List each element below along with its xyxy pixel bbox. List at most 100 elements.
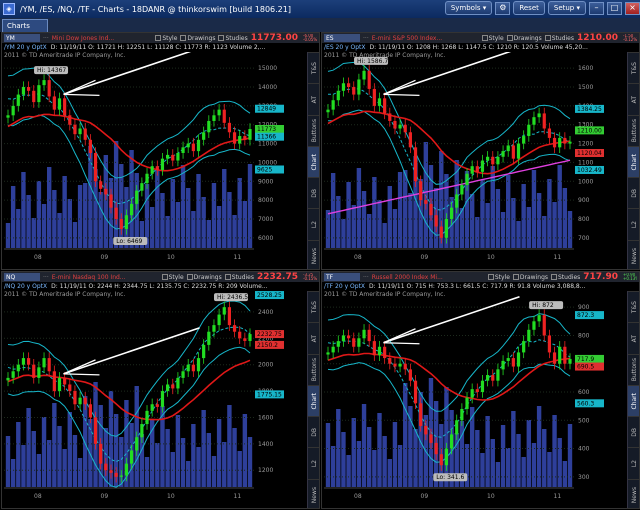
symbol-selector[interactable]: NQ [4,273,40,281]
candle-body [439,454,443,466]
candle-body [568,358,572,364]
side-tab-ts[interactable]: T&S [628,52,639,83]
side-tab-chart[interactable]: Chart [628,145,639,178]
side-tab-l2[interactable]: L2 [628,447,639,478]
side-tab-l2[interactable]: L2 [308,208,319,239]
price-chart[interactable]: 1600150014001300120011001000900800700Hi:… [322,52,604,270]
side-tab-news[interactable]: News [308,239,319,269]
volume-bar [351,418,356,487]
studies-button[interactable]: Studies [544,35,574,42]
volume-bar [495,462,501,487]
side-tab-at[interactable]: AT [308,83,319,114]
side-tab-buttons[interactable]: Buttons [628,114,639,146]
candle-body [212,325,216,332]
candle-body [73,391,77,405]
side-tab-label: DB [630,188,638,198]
candle-body [104,463,108,471]
price-chart[interactable]: 2400220020001800160014001200Hi: 2436.525… [2,291,284,509]
side-tab-db[interactable]: DB [628,177,639,208]
drawings-button[interactable]: Drawings [512,274,548,281]
candle-body [207,120,211,133]
side-tab-db[interactable]: DB [308,416,319,447]
arrow-head-drawing[interactable] [63,373,100,376]
y-tick-label: 2000 [258,362,273,369]
side-tab-label: DB [630,427,638,437]
price-chart[interactable]: 900800700600500400300Hi: 872Lo: 341.6872… [322,291,604,509]
style-button[interactable]: Style [481,35,504,42]
link-dots-icon[interactable]: ··· [363,274,369,281]
side-tab-news[interactable]: News [628,478,639,508]
close-icon[interactable]: × [625,1,640,15]
arrow-head-drawing[interactable] [63,79,96,95]
side-tab-at[interactable]: AT [628,83,639,114]
candle-body [26,87,31,91]
side-tab-at[interactable]: AT [308,322,319,353]
volume-bar [216,206,222,248]
side-tab-db[interactable]: DB [308,177,319,208]
arrow-head-drawing[interactable] [383,79,416,95]
side-tab-l2[interactable]: L2 [308,447,319,478]
maximize-icon[interactable]: □ [607,1,622,15]
symbol-selector[interactable]: TF [324,273,360,281]
link-dots-icon[interactable]: ··· [363,35,369,42]
candle-body [336,90,340,101]
tab-charts[interactable]: Charts [2,19,48,32]
side-tab-chart[interactable]: Chart [308,145,319,178]
setup-button[interactable]: Setup ▾ [547,1,586,15]
studies-button[interactable]: Studies [218,35,248,42]
arrow-head-drawing[interactable] [383,328,416,344]
studies-button[interactable]: Studies [551,274,580,281]
style-button[interactable]: Style [487,274,510,281]
side-tab-news[interactable]: News [628,239,639,269]
candle-body [516,352,521,367]
side-tab-at[interactable]: AT [628,322,639,353]
arrow-head-drawing[interactable] [63,93,100,96]
drawings-button[interactable]: Drawings [506,35,542,42]
volume-bar [536,193,542,248]
link-dots-icon[interactable]: ··· [43,274,49,281]
drawings-button[interactable]: Drawings [186,274,222,281]
arrow-head-drawing[interactable] [383,93,420,96]
trendline-drawing[interactable] [383,296,520,344]
style-button[interactable]: Style [161,274,184,281]
side-tab-news[interactable]: News [308,478,319,508]
style-button[interactable]: Style [155,35,177,42]
y-tick-label: 11000 [258,141,277,148]
chart-pane-tf[interactable]: TF ··· Russell 2000 Index Mi... Style Drawin… [321,271,640,509]
side-tab-ts[interactable]: T&S [308,291,319,322]
arrow-head-drawing[interactable] [383,342,420,345]
symbol-selector[interactable]: ES [324,34,360,42]
reset-button[interactable]: Reset [513,1,545,15]
candle-body [248,129,252,140]
studies-button[interactable]: Studies [224,274,254,281]
trendline-drawing[interactable] [63,327,200,375]
price-bubble: 872.3 [577,312,594,319]
price-chart[interactable]: 1500014000130001200011000100009000800070… [2,52,284,270]
candle-body [160,158,165,170]
link-dots-icon[interactable]: ··· [43,35,49,42]
side-tab-buttons[interactable]: Buttons [308,114,319,146]
gear-icon[interactable]: ⚙ [495,1,511,15]
symbols-button[interactable]: Symbols ▾ [444,1,493,15]
side-tab-ts[interactable]: T&S [308,52,319,83]
side-tab-db[interactable]: DB [628,416,639,447]
chart-pane-ym[interactable]: YM ··· Mini Dow Jones Ind... Style Drawings S… [1,32,320,270]
candle-body [357,79,361,95]
chart-pane-es[interactable]: ES ··· E-mini S&P 500 Index... Style Drawing… [321,32,640,270]
chart-pane-nq[interactable]: NQ ··· E-mini Nasdaq 100 Ind... Style Drawin… [1,271,320,509]
candle-body [181,371,185,378]
symbol-selector[interactable]: YM [4,34,40,42]
side-tab-chart[interactable]: Chart [308,384,319,417]
side-tab-chart[interactable]: Chart [628,384,639,417]
side-tab-label: AT [630,334,638,343]
minimize-icon[interactable]: – [589,1,604,15]
side-tab-l2[interactable]: L2 [628,208,639,239]
side-tab-buttons[interactable]: Buttons [308,353,319,385]
side-tab-buttons[interactable]: Buttons [628,353,639,385]
volume-bar [160,193,165,248]
x-tick-label: 08 [34,254,42,261]
side-tab-ts[interactable]: T&S [628,291,639,322]
drawings-button[interactable]: Drawings [180,35,215,42]
arrow-head-drawing[interactable] [63,359,96,375]
side-tab-label: News [310,486,318,503]
